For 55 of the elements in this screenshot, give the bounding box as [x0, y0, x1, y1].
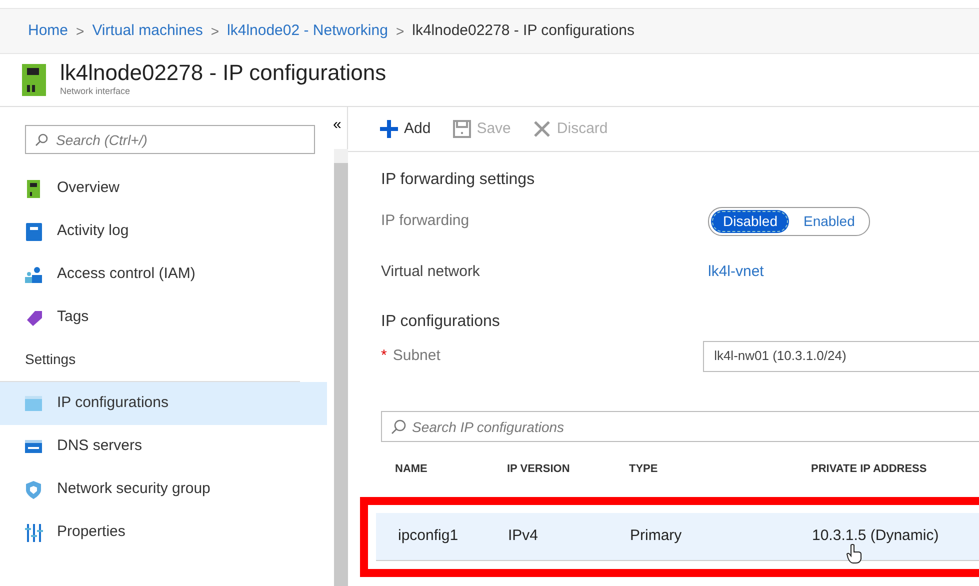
- breadcrumb-link[interactable]: Virtual machines: [92, 20, 203, 42]
- log-icon: [25, 222, 43, 240]
- field-label: Subnet: [392, 346, 440, 364]
- server-icon: [25, 438, 43, 456]
- breadcrumb-separator: >: [76, 22, 84, 40]
- table-cell: 10.3.1.5 (Dynamic): [812, 527, 939, 544]
- search-field[interactable]: Search IP configurations: [381, 411, 979, 442]
- breadcrumb-link[interactable]: Home: [28, 20, 68, 42]
- network-interface-icon: [25, 180, 43, 198]
- breadcrumb-current: lk4lnode02278 - IP configurations: [412, 20, 635, 41]
- required-marker: *: [381, 346, 387, 364]
- section-heading: IP configurations: [381, 312, 501, 332]
- subnet-dropdown[interactable]: lk4l-nw01 (10.3.1.0/24): [703, 340, 979, 372]
- search-icon: [35, 133, 48, 146]
- column-header: PRIVATE IP ADDRESS: [811, 462, 927, 478]
- page-title: lk4lnode02278 - IP configurations: [60, 61, 386, 86]
- sidebar-item[interactable]: Tags: [0, 296, 327, 339]
- column-header: NAME: [395, 462, 428, 478]
- toggle-option[interactable]: Disabled: [711, 210, 790, 232]
- close-icon: [532, 120, 551, 138]
- save-icon: [452, 120, 471, 138]
- section-heading: IP forwarding settings: [381, 170, 536, 190]
- page-subtitle: Network interface: [60, 85, 132, 98]
- table-row[interactable]: ipconfig1 IPv4 Primary 10.3.1.5 (Dynamic): [376, 513, 979, 561]
- column-header: TYPE: [629, 462, 659, 478]
- sidebar-item[interactable]: Activity log: [0, 210, 327, 253]
- tag-icon: [25, 308, 43, 326]
- window-icon: [25, 394, 43, 412]
- field-label: Virtual network: [381, 262, 481, 282]
- breadcrumb-separator: >: [210, 22, 220, 40]
- sidebar-item[interactable]: DNS servers: [0, 425, 327, 468]
- sidebar-item[interactable]: Access control (IAM): [0, 253, 327, 296]
- sidebar-item[interactable]: IP configurations: [0, 382, 327, 425]
- shield-icon: [25, 480, 43, 498]
- table-cell: IPv4: [508, 527, 538, 544]
- search-field[interactable]: Search (Ctrl+/): [25, 125, 315, 154]
- search-icon: [391, 419, 406, 434]
- table-cell: Primary: [630, 527, 682, 544]
- field-label: IP forwarding: [381, 210, 470, 231]
- network-interface-icon: [22, 64, 46, 96]
- sliders-icon: [25, 524, 43, 542]
- table-cell: ipconfig1: [398, 527, 458, 544]
- toggle-option[interactable]: Enabled: [791, 210, 867, 232]
- column-header: IP VERSION: [507, 462, 571, 478]
- collapse-button[interactable]: «: [333, 117, 342, 132]
- breadcrumb-separator: >: [396, 22, 404, 40]
- people-icon: [25, 266, 43, 284]
- toolbar-button[interactable]: Add: [380, 118, 431, 140]
- sidebar-item[interactable]: Overview: [0, 167, 327, 210]
- sidebar-item[interactable]: Network security group: [0, 468, 327, 511]
- network-link[interactable]: lk4l-vnet: [708, 260, 764, 284]
- sidebar-item[interactable]: Properties: [0, 511, 327, 554]
- breadcrumb-link[interactable]: lk4lnode02 - Networking: [227, 20, 388, 42]
- pointer-cursor-icon: [846, 544, 862, 564]
- plus-icon: [380, 120, 398, 138]
